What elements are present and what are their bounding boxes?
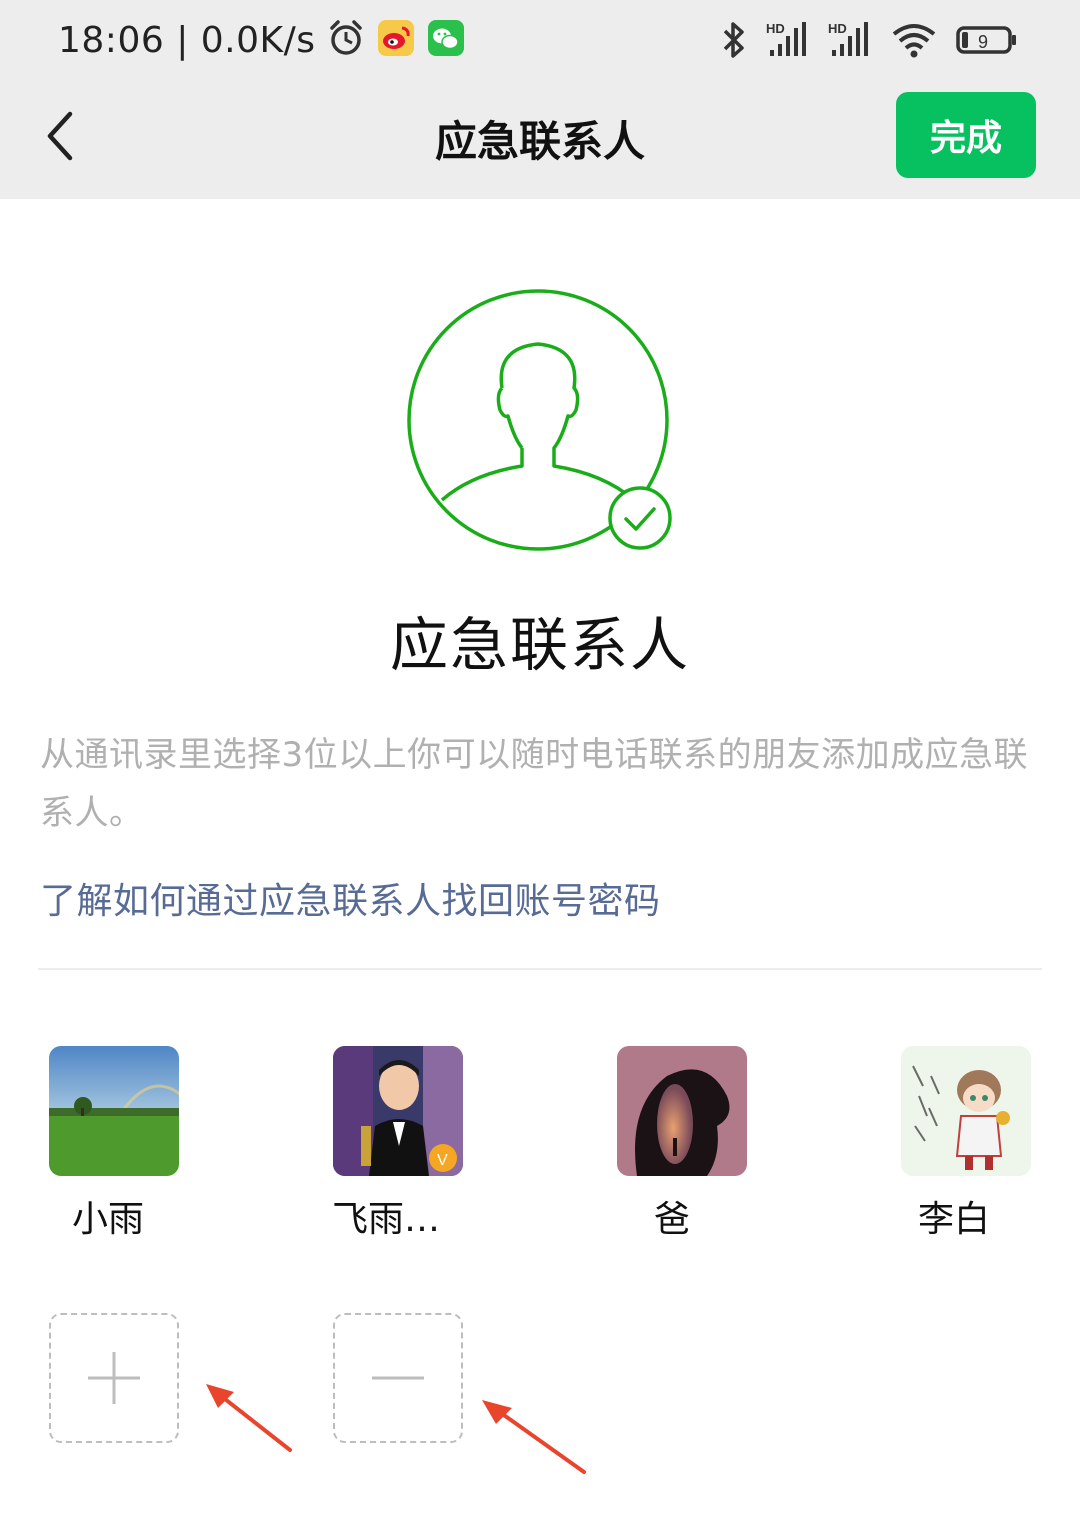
wifi-icon [890,20,938,64]
bluetooth-icon [720,20,748,64]
signal-hd-icon-2: HD [828,20,872,64]
nav-bar: 应急联系人 完成 [0,84,1080,199]
status-time: 18:06 | 0.0K/s [58,19,316,61]
contact-name: 飞雨… [332,1199,441,1240]
alarm-icon [326,18,366,62]
svg-text:V: V [437,1152,448,1169]
divider [38,968,1042,970]
avatar [617,1046,747,1176]
svg-text:HD: HD [828,21,847,36]
add-contact-button[interactable] [49,1313,179,1443]
status-bar: 18:06 | 0.0K/s HD HD 9 [0,0,1080,84]
annotation-arrow-icon [482,1400,586,1474]
wechat-icon [426,18,466,62]
remove-contact-button[interactable] [333,1313,463,1443]
status-left: 18:06 | 0.0K/s [58,18,466,62]
avatar [901,1046,1031,1176]
contact-name: 爸 [654,1199,691,1240]
svg-text:HD: HD [766,21,785,36]
signal-hd-icon: HD [766,20,810,64]
battery-level: 9 [978,32,988,52]
status-right: HD HD 9 [720,20,1018,64]
battery-icon: 9 [956,22,1018,62]
avatar [49,1046,179,1176]
emergency-contact-icon [404,288,676,554]
contact-name: 小雨 [72,1199,145,1240]
avatar: V [333,1046,463,1176]
plus-icon [88,1352,140,1404]
weibo-icon [376,18,416,62]
done-button[interactable]: 完成 [896,92,1036,178]
description-text: 从通讯录里选择3位以上你可以随时电话联系的朋友添加成应急联系人。 [40,735,1029,833]
minus-icon [372,1376,424,1380]
hero-title: 应急联系人 [389,611,690,679]
learn-more-link[interactable]: 了解如何通过应急联系人找回账号密码 [40,872,661,924]
annotation-arrow-icon [206,1384,292,1452]
contact-name: 李白 [918,1199,991,1240]
